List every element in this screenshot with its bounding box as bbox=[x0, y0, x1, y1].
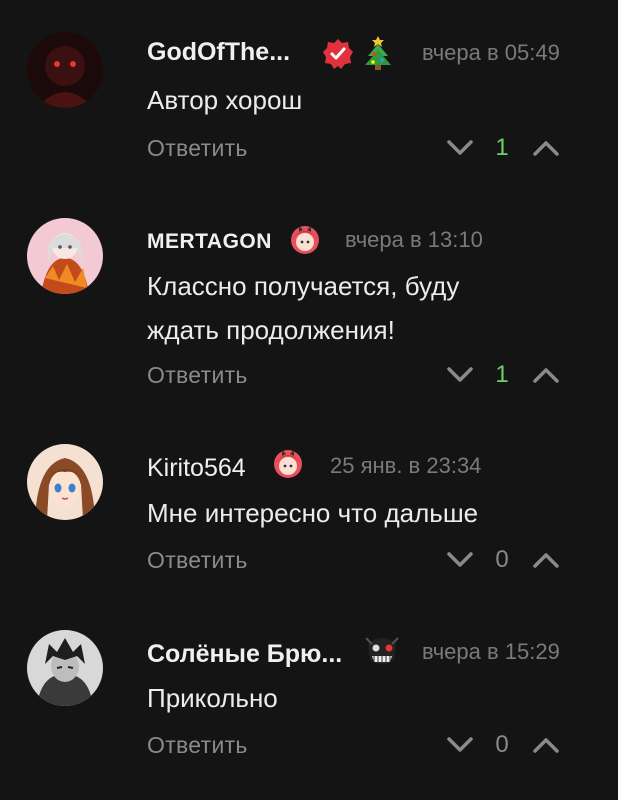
comment-timestamp: вчера в 05:49 bbox=[422, 40, 560, 65]
avatar[interactable] bbox=[27, 218, 103, 294]
chevron-down-icon[interactable] bbox=[446, 550, 474, 570]
comment-timestamp: вчера в 13:10 bbox=[345, 227, 483, 252]
comment-text: Автор хорош bbox=[147, 85, 303, 115]
chevron-down-icon[interactable] bbox=[446, 365, 474, 385]
comment-text-line: Классно получается, буду bbox=[147, 271, 460, 301]
chevron-up-icon[interactable] bbox=[532, 735, 560, 755]
chevron-down-icon[interactable] bbox=[446, 735, 474, 755]
author-name[interactable]: Kirito564 bbox=[147, 454, 246, 483]
vote-count: 1 bbox=[495, 134, 509, 161]
comment-text-line: ждать продолжения! bbox=[147, 315, 395, 345]
author-name[interactable]: MERTAGON bbox=[147, 230, 272, 254]
vote-count: 0 bbox=[495, 731, 509, 758]
reply-button[interactable]: Ответить bbox=[147, 547, 248, 574]
chevron-up-icon[interactable] bbox=[532, 138, 560, 158]
chevron-up-icon[interactable] bbox=[532, 365, 560, 385]
avatar[interactable] bbox=[27, 630, 103, 706]
comment-timestamp: 25 янв. в 23:34 bbox=[330, 453, 482, 478]
author-name[interactable]: GodOfThe... bbox=[147, 38, 290, 67]
reply-button[interactable]: Ответить bbox=[147, 135, 248, 162]
vote-count: 0 bbox=[495, 546, 509, 573]
vote-count: 1 bbox=[495, 361, 509, 388]
comment-text: Мне интересно что дальше bbox=[147, 498, 479, 528]
reply-button[interactable]: Ответить bbox=[147, 732, 248, 759]
verified-badge-icon bbox=[322, 38, 354, 75]
avatar[interactable] bbox=[27, 444, 103, 520]
reply-button[interactable]: Ответить bbox=[147, 362, 248, 389]
avatar[interactable] bbox=[27, 32, 103, 108]
anime-girl-sticker-icon bbox=[270, 446, 306, 485]
comment-text: Прикольно bbox=[147, 683, 278, 713]
anime-girl-sticker-icon bbox=[287, 222, 323, 261]
comment-timestamp: вчера в 15:29 bbox=[422, 639, 560, 664]
chevron-down-icon[interactable] bbox=[446, 138, 474, 158]
mask-sticker-icon bbox=[362, 634, 402, 673]
author-name[interactable]: Солёные Брю... bbox=[147, 640, 342, 669]
chevron-up-icon[interactable] bbox=[532, 550, 560, 570]
comment-text: Классно получается, буду ждать продолжен… bbox=[147, 264, 587, 352]
christmas-tree-icon bbox=[362, 34, 394, 77]
